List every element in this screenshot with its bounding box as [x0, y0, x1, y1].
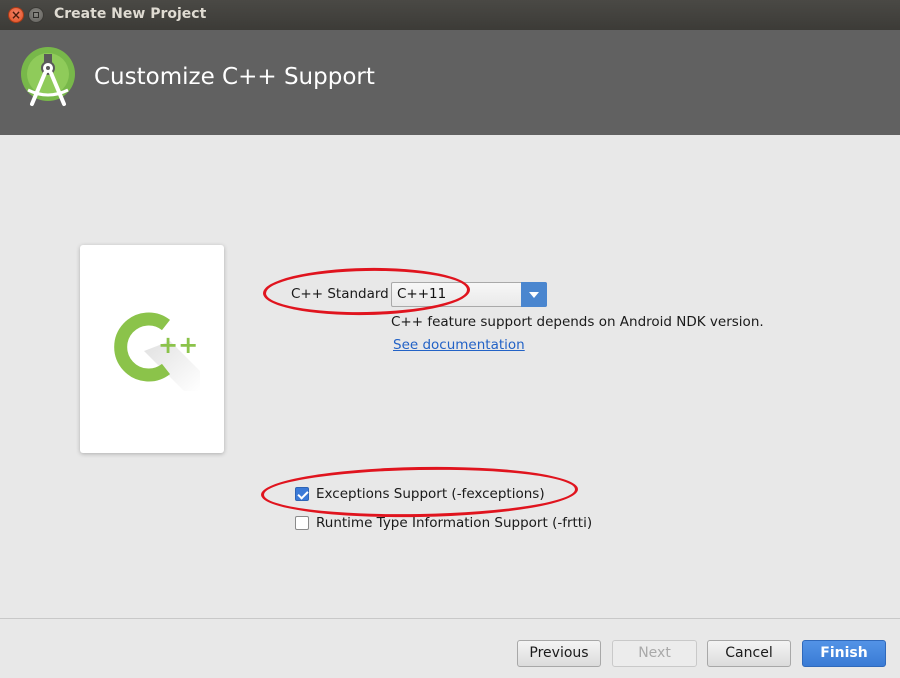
cpp-standard-select[interactable]: C++11: [391, 282, 547, 307]
cpp-standard-value: C++11: [397, 286, 447, 302]
footer-divider: [0, 618, 900, 619]
wizard-header: Customize C++ Support: [0, 30, 900, 135]
window-close-button[interactable]: ×: [8, 7, 24, 23]
maximize-icon: [33, 12, 39, 18]
next-button[interactable]: Next: [612, 640, 697, 667]
window-maximize-button[interactable]: [28, 7, 44, 23]
chevron-down-icon[interactable]: [521, 282, 547, 307]
rtti-support-checkbox[interactable]: [295, 516, 309, 530]
page-title: Customize C++ Support: [94, 64, 375, 90]
android-studio-logo-icon: [21, 47, 75, 106]
cpp-standard-label: C++ Standard: [291, 286, 389, 302]
exceptions-support-checkbox[interactable]: [295, 487, 309, 501]
rtti-support-label[interactable]: Runtime Type Information Support (-frtti…: [316, 515, 592, 531]
exceptions-support-label[interactable]: Exceptions Support (-fexceptions): [316, 486, 545, 502]
cpp-logo-icon: ++: [114, 312, 200, 391]
cpp-preview-card: ++: [80, 245, 224, 453]
finish-button[interactable]: Finish: [802, 640, 886, 667]
close-icon: ×: [10, 8, 22, 22]
see-documentation-link[interactable]: See documentation: [393, 337, 525, 353]
window-title: Create New Project: [54, 6, 207, 22]
cpp-standard-note: C++ feature support depends on Android N…: [391, 314, 764, 330]
cancel-button[interactable]: Cancel: [707, 640, 791, 667]
previous-button[interactable]: Previous: [517, 640, 601, 667]
cpp-logo-text: ++: [158, 331, 198, 359]
window-titlebar: × Create New Project: [0, 0, 900, 30]
